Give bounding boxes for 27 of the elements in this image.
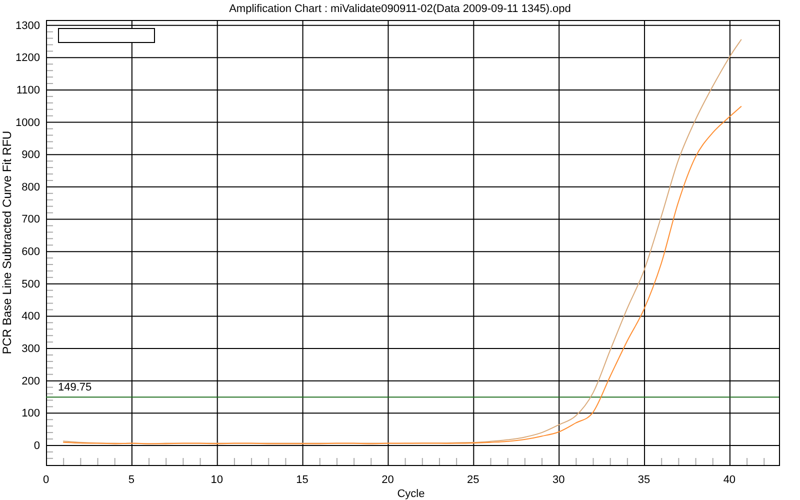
y-tick-label: 700 bbox=[22, 214, 40, 226]
x-tick-label: 15 bbox=[296, 474, 308, 486]
y-tick-label: 800 bbox=[22, 181, 40, 194]
threshold-label: 149.75 bbox=[58, 382, 92, 394]
x-tick-label: 0 bbox=[42, 474, 50, 486]
x-tick-label: 25 bbox=[467, 474, 480, 486]
y-tick-label: 1300 bbox=[16, 20, 40, 32]
x-tick-label: 10 bbox=[210, 474, 223, 486]
x-tick-label: 40 bbox=[723, 474, 736, 486]
chart-title: Amplification Chart : miValidate090911-02(Data 2009-09-11 1345).opd bbox=[229, 3, 571, 15]
y-tick-label: 200 bbox=[22, 375, 40, 388]
y-tick-label: 100 bbox=[22, 408, 40, 420]
y-tick-label: 0 bbox=[34, 440, 40, 452]
y-tick-label: 1200 bbox=[16, 52, 40, 64]
x-tick-label: 5 bbox=[128, 474, 134, 486]
y-tick-label: 1100 bbox=[16, 84, 40, 96]
x-axis-label: Cycle bbox=[397, 488, 425, 500]
x-tick-label: 35 bbox=[638, 474, 650, 486]
y-tick-label: 500 bbox=[22, 278, 40, 290]
y-axis-label: PCR Base Line Subtracted Curve Fit RFU bbox=[0, 130, 14, 354]
y-tick-label: 900 bbox=[22, 149, 40, 162]
x-tick-label: 20 bbox=[382, 474, 394, 486]
y-tick-label: 1000 bbox=[16, 116, 40, 129]
y-tick-label: 600 bbox=[22, 246, 40, 258]
y-tick-label: 300 bbox=[22, 343, 40, 356]
y-tick-label: 400 bbox=[22, 310, 40, 323]
x-tick-label: 30 bbox=[552, 474, 565, 486]
